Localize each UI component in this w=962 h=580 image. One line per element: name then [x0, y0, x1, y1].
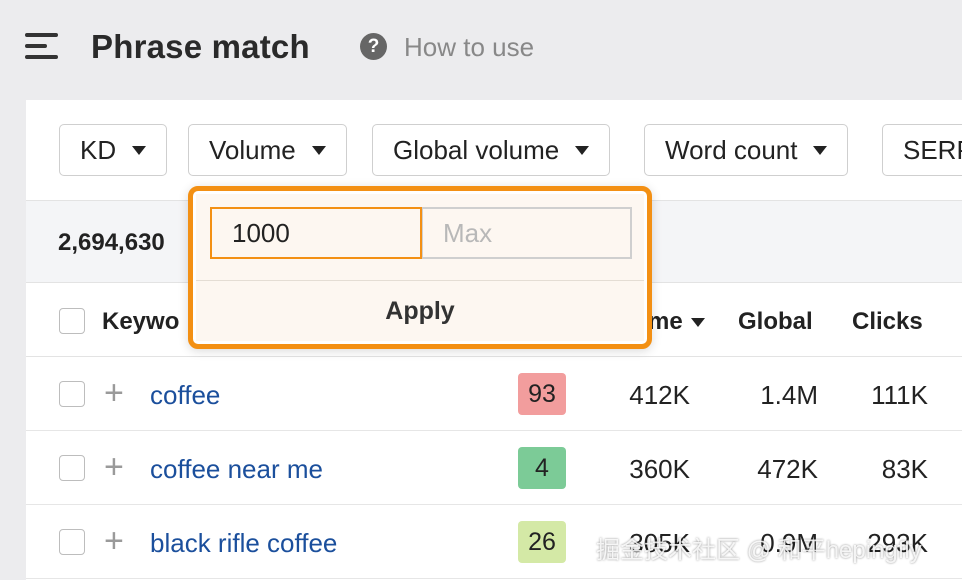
chevron-down-icon: [575, 145, 590, 155]
plus-icon[interactable]: +: [104, 524, 124, 558]
kd-badge: 26: [518, 521, 566, 563]
clicks-value: 83K: [881, 454, 928, 484]
volume-max-input[interactable]: [422, 207, 632, 259]
results-count: 2,694,630: [58, 229, 165, 256]
volume-filter-button[interactable]: Volume: [188, 124, 347, 176]
select-all-checkbox[interactable]: [59, 308, 85, 334]
kd-badge: 4: [518, 447, 566, 489]
serp-filter-button[interactable]: SERP: [882, 124, 962, 176]
volume-value: 360K: [629, 454, 690, 484]
sort-desc-icon: [690, 318, 705, 328]
row-checkbox[interactable]: [59, 529, 85, 555]
word-count-filter-button[interactable]: Word count: [644, 124, 849, 176]
page-header: Phrase match ? How to use: [0, 0, 962, 100]
kd-badge: 93: [518, 373, 566, 415]
column-header-clicks[interactable]: Clicks: [852, 308, 923, 336]
keyword-link[interactable]: coffee near me: [150, 454, 323, 485]
global-volume-filter-button[interactable]: Global volume: [372, 124, 611, 176]
row-checkbox[interactable]: [59, 381, 85, 407]
help-icon[interactable]: ?: [360, 33, 387, 60]
watermark-text: 掘金技术社区 @ 和平hepingfly: [596, 537, 922, 564]
row-checkbox[interactable]: [59, 455, 85, 481]
column-header-keyword[interactable]: Keywo: [102, 308, 179, 336]
page-title: Phrase match: [91, 28, 310, 65]
volume-filter-popup: Apply: [188, 186, 652, 349]
column-header-global[interactable]: Global: [738, 308, 813, 336]
word-count-filter-label: Word count: [665, 134, 798, 165]
clicks-value: 111K: [871, 380, 928, 410]
chevron-down-icon: [311, 145, 326, 155]
table-row: + coffee near me 4 360K 472K 83K: [26, 431, 962, 505]
plus-icon[interactable]: +: [104, 450, 124, 484]
kd-filter-button[interactable]: KD: [59, 124, 168, 176]
column-header-volume[interactable]: me: [648, 308, 705, 336]
how-to-use-link[interactable]: How to use: [404, 32, 534, 63]
menu-icon[interactable]: [25, 33, 58, 59]
keyword-link[interactable]: black rifle coffee: [150, 528, 337, 559]
column-header-volume-label: me: [648, 308, 683, 335]
plus-icon[interactable]: +: [104, 376, 124, 410]
global-volume-value: 472K: [757, 454, 818, 484]
apply-button[interactable]: Apply: [196, 281, 644, 341]
volume-filter-label: Volume: [209, 134, 296, 165]
serp-filter-label: SERP: [903, 134, 962, 165]
table-row: + coffee 93 412K 1.4M 111K: [26, 357, 962, 431]
kd-filter-label: KD: [80, 134, 117, 165]
keyword-link[interactable]: coffee: [150, 380, 220, 411]
chevron-down-icon: [132, 145, 147, 155]
global-volume-filter-label: Global volume: [393, 134, 560, 165]
volume-filter-panel: Apply: [196, 194, 644, 341]
volume-value: 412K: [629, 380, 690, 410]
chevron-down-icon: [813, 145, 828, 155]
global-volume-value: 1.4M: [760, 380, 818, 410]
volume-min-input[interactable]: [210, 207, 422, 259]
